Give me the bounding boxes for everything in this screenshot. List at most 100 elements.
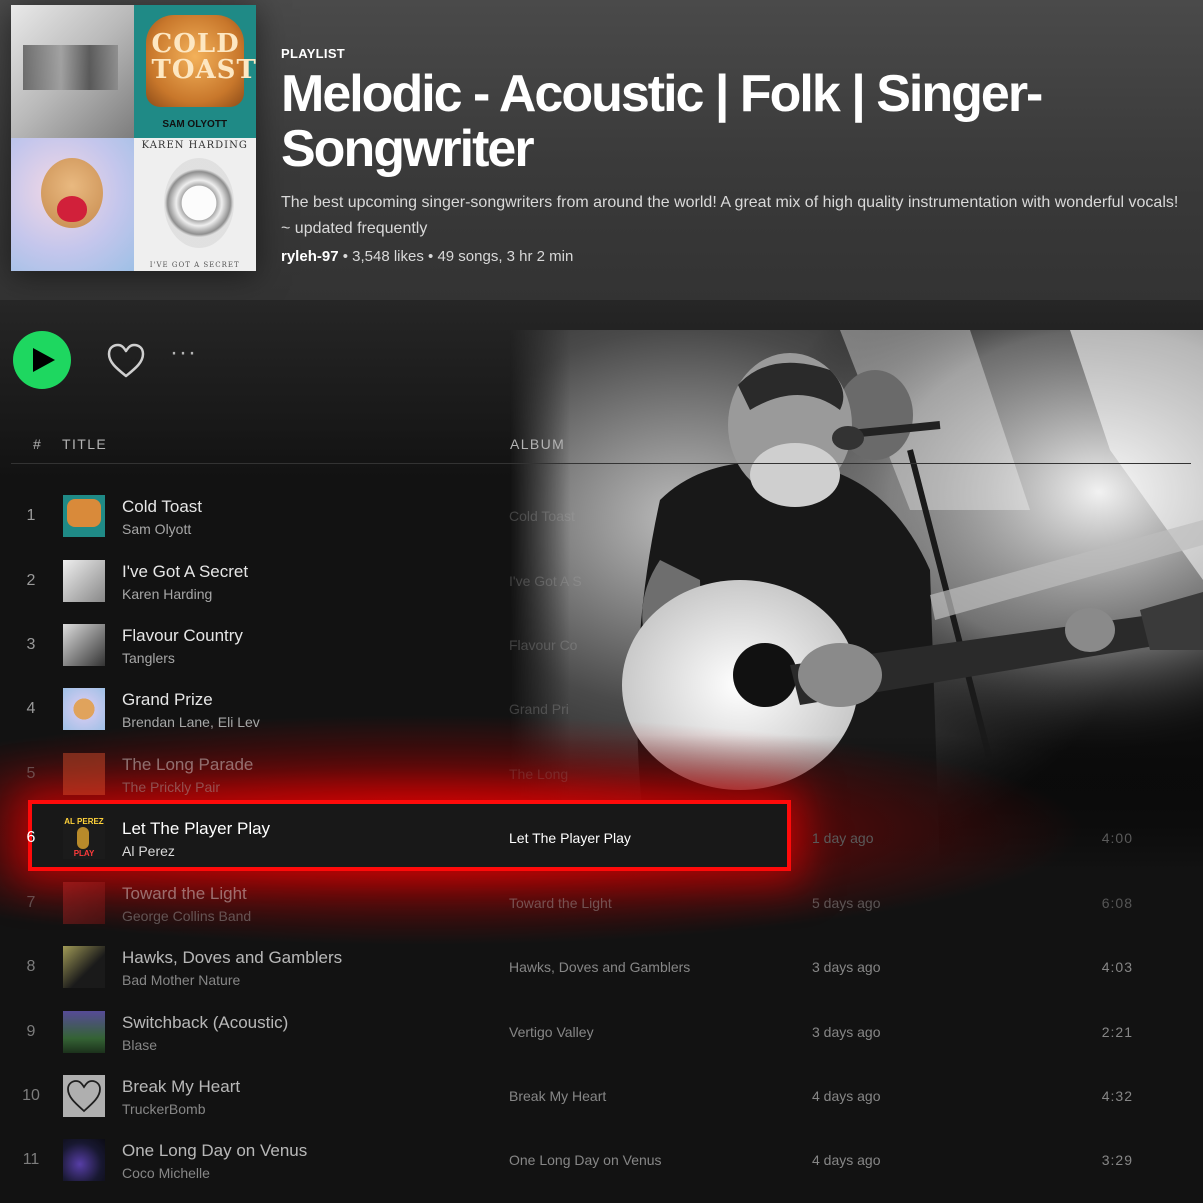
cover-tile-artist: SAM OLYOTT	[162, 119, 228, 130]
track-number: 1	[26, 507, 36, 524]
cover-tile-studio-photo	[11, 5, 134, 138]
track-album[interactable]: Hawks, Doves and Gamblers	[509, 935, 690, 999]
track-artist[interactable]: Sam Olyott	[122, 521, 191, 537]
track-row[interactable]: 11 One Long Day on Venus Coco Michelle O…	[11, 1128, 1191, 1192]
track-row[interactable]: 9 Switchback (Acoustic) Blase Vertigo Va…	[11, 1000, 1191, 1064]
track-row[interactable]: 3 Flavour Country Tanglers Flavour Co	[11, 613, 1191, 677]
playlist-song-count: 49 songs,	[437, 248, 503, 265]
track-artist[interactable]: Brendan Lane, Eli Lev	[122, 714, 260, 730]
track-duration: 2:21	[1101, 1024, 1133, 1040]
track-thumbnail	[63, 495, 105, 537]
cover-tile-cold-toast: COLD TOAST SAM OLYOTT	[133, 5, 256, 138]
track-date-added: 3 days ago	[812, 1024, 881, 1040]
track-duration: 6:08	[1101, 895, 1133, 911]
playlist-meta: PLAYLIST Melodic - Acoustic | Folk | Sin…	[281, 46, 1186, 265]
track-number: 6	[26, 829, 36, 846]
track-number: 4	[26, 700, 36, 717]
track-number: 3	[26, 636, 36, 653]
track-album[interactable]: Toward the Light	[509, 871, 612, 935]
track-row-highlighted[interactable]: 6 AL PEREZ PLAY Let The Player Play Al P…	[11, 806, 1191, 870]
track-album[interactable]: One Long Day on Venus	[509, 1128, 662, 1192]
track-artist[interactable]: Karen Harding	[122, 586, 212, 602]
track-thumbnail	[63, 688, 105, 730]
track-title[interactable]: Let The Player Play	[122, 819, 270, 839]
track-thumbnail	[63, 1011, 105, 1053]
track-thumbnail	[63, 1139, 105, 1181]
track-date-added: 4 days ago	[812, 1152, 881, 1168]
column-header-title[interactable]: TITLE	[62, 436, 107, 452]
track-date-added: 1 day ago	[812, 830, 874, 846]
track-album[interactable]: I've Got A S	[509, 549, 582, 613]
playlist-owner-link[interactable]: ryleh-97	[281, 248, 339, 265]
playlist-header: COLD TOAST SAM OLYOTT KAREN HARDING I'VE…	[0, 0, 1203, 300]
column-header-album[interactable]: ALBUM	[510, 436, 565, 452]
track-artist[interactable]: Bad Mother Nature	[122, 972, 240, 988]
thumb-text: PLAY	[73, 849, 95, 858]
track-row[interactable]: 8 Hawks, Doves and Gamblers Bad Mother N…	[11, 935, 1191, 999]
track-number: 8	[26, 958, 36, 975]
cover-tile-teddy-bear	[11, 138, 134, 271]
track-row[interactable]: 4 Grand Prize Brendan Lane, Eli Lev Gran…	[11, 677, 1191, 741]
track-number: 11	[22, 1151, 40, 1168]
track-artist[interactable]: The Prickly Pair	[122, 779, 220, 795]
header-divider	[11, 463, 1191, 464]
cover-tile-title: COLD TOAST	[151, 29, 256, 85]
track-title[interactable]: Flavour Country	[122, 626, 243, 646]
like-button[interactable]	[106, 342, 146, 380]
track-number: 7	[26, 894, 36, 911]
track-thumbnail	[63, 560, 105, 602]
track-album[interactable]: The Long	[509, 742, 568, 806]
track-date-added: 3 days ago	[812, 959, 881, 975]
playlist-cover-mosaic: COLD TOAST SAM OLYOTT KAREN HARDING I'VE…	[11, 5, 256, 271]
track-album[interactable]: Break My Heart	[509, 1064, 606, 1128]
playlist-likes: • 3,548 likes •	[338, 248, 438, 265]
track-duration: 4:03	[1101, 959, 1133, 975]
track-date-added: 5 days ago	[812, 895, 881, 911]
more-options-button[interactable]: ···	[170, 341, 204, 372]
track-date-added: 4 days ago	[812, 1088, 881, 1104]
track-row[interactable]: 7 Toward the Light George Collins Band T…	[11, 871, 1191, 935]
playlist-duration: 3 hr 2 min	[502, 248, 574, 265]
cover-tile-caption: I'VE GOT A SECRET	[149, 261, 240, 269]
track-title[interactable]: Hawks, Doves and Gamblers	[122, 948, 342, 968]
track-artist[interactable]: George Collins Band	[122, 908, 251, 924]
playlist-info: ryleh-97 • 3,548 likes • 49 songs, 3 hr …	[281, 248, 1186, 265]
thumb-text: AL PEREZ	[64, 817, 104, 826]
track-title[interactable]: I've Got A Secret	[122, 562, 248, 582]
track-album[interactable]: Cold Toast	[509, 484, 575, 548]
track-artist[interactable]: Tanglers	[122, 650, 175, 666]
track-number: 9	[26, 1023, 36, 1040]
track-title[interactable]: The Long Parade	[122, 755, 253, 775]
track-thumbnail: AL PEREZ PLAY	[63, 817, 105, 859]
track-artist[interactable]: Blase	[122, 1037, 157, 1053]
track-artist[interactable]: Al Perez	[122, 843, 175, 859]
track-row[interactable]: 1 Cold Toast Sam Olyott Cold Toast	[11, 484, 1191, 548]
track-row[interactable]: 2 I've Got A Secret Karen Harding I've G…	[11, 549, 1191, 613]
track-album[interactable]: Let The Player Play	[509, 806, 631, 870]
track-duration: 4:32	[1101, 1088, 1133, 1104]
track-artist[interactable]: TruckerBomb	[122, 1101, 206, 1117]
track-number: 5	[26, 765, 36, 782]
track-title[interactable]: Toward the Light	[122, 884, 247, 904]
track-title[interactable]: One Long Day on Venus	[122, 1141, 307, 1161]
track-title[interactable]: Break My Heart	[122, 1077, 240, 1097]
track-title[interactable]: Grand Prize	[122, 690, 213, 710]
track-album[interactable]: Vertigo Valley	[509, 1000, 594, 1064]
track-artist[interactable]: Coco Michelle	[122, 1165, 210, 1181]
column-header-number: #	[33, 436, 43, 452]
track-title[interactable]: Switchback (Acoustic)	[122, 1013, 288, 1033]
cover-tile-title: KAREN HARDING	[141, 140, 248, 151]
playlist-description: The best upcoming singer-songwriters fro…	[281, 194, 1179, 237]
play-button[interactable]	[13, 331, 71, 389]
track-row[interactable]: 10 Break My Heart TruckerBomb Break My H…	[11, 1064, 1191, 1128]
track-album[interactable]: Flavour Co	[509, 613, 577, 677]
track-number: 10	[22, 1087, 40, 1104]
heart-graphic	[57, 196, 87, 222]
track-thumbnail	[63, 882, 105, 924]
track-title[interactable]: Cold Toast	[122, 497, 202, 517]
track-duration: 4:00	[1101, 830, 1133, 846]
track-thumbnail	[63, 1075, 105, 1117]
track-album[interactable]: Grand Pri	[509, 677, 569, 741]
cover-tile-karen-harding: KAREN HARDING I'VE GOT A SECRET	[133, 138, 256, 271]
track-row[interactable]: 5 The Long Parade The Prickly Pair The L…	[11, 742, 1191, 806]
